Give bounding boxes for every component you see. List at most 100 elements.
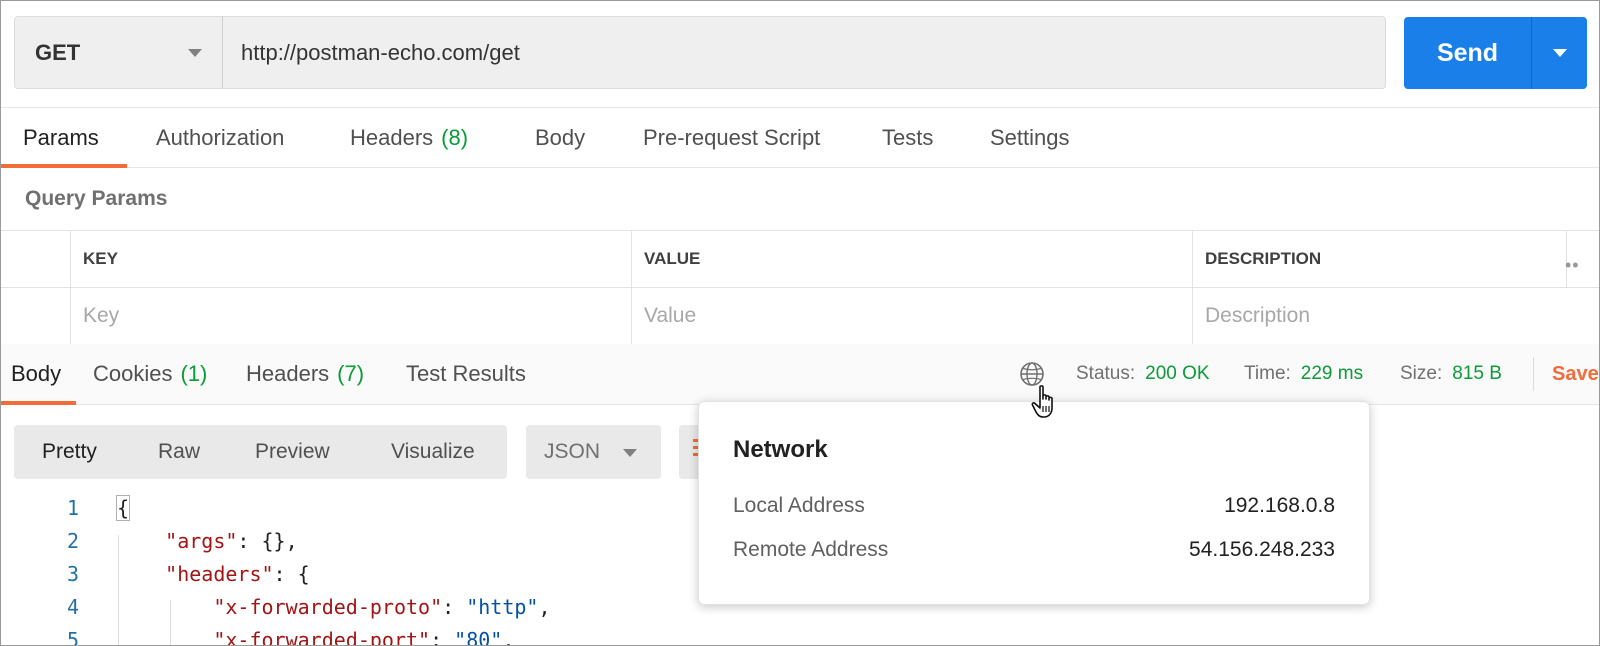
- json-key: "x-forwarded-proto": [213, 595, 443, 619]
- tab-label: Tests: [882, 125, 934, 150]
- code-line: "x-forwarded-proto": "http",: [117, 595, 551, 619]
- json-punctuation: : {: [273, 562, 310, 586]
- query-params-title: Query Params: [25, 187, 168, 210]
- json-string: "http": [466, 595, 539, 619]
- json-string: "80": [454, 628, 503, 646]
- json-punctuation: ,: [538, 595, 551, 619]
- remote-address-label: Remote Address: [733, 538, 889, 561]
- table-header-row: KEY VALUE DESCRIPTION: [1, 231, 1599, 288]
- key-input[interactable]: Key: [70, 288, 631, 344]
- save-response-button[interactable]: Save: [1552, 344, 1599, 404]
- json-punctuation: :: [430, 628, 455, 646]
- line-number: 4: [66, 595, 79, 619]
- row-checkbox-cell: [1, 288, 70, 344]
- tab-authorization[interactable]: Authorization: [156, 108, 284, 168]
- table-row: Key Value Description: [1, 288, 1599, 345]
- tab-label: Settings: [990, 125, 1070, 150]
- chevron-down-icon: [1553, 49, 1567, 57]
- value-input[interactable]: Value: [631, 288, 1192, 344]
- json-punctuation: : {},: [237, 529, 298, 553]
- code-line: "x-forwarded-port": "80",: [117, 628, 515, 646]
- tab-count: (8): [441, 125, 469, 150]
- column-header-value: VALUE: [631, 231, 1192, 287]
- json-key: "headers": [165, 562, 274, 586]
- json-punctuation: [117, 529, 165, 553]
- tab-pre-request-script[interactable]: Pre-request Script: [643, 108, 820, 168]
- code-line: "headers": {: [117, 562, 310, 586]
- json-punctuation: :: [442, 595, 467, 619]
- tab-label: Body: [535, 125, 586, 150]
- code-line: "args": {},: [117, 529, 298, 553]
- format-select[interactable]: JSON: [526, 425, 661, 479]
- tab-count: (7): [337, 361, 365, 386]
- column-header-key: KEY: [70, 231, 631, 287]
- json-punctuation: [117, 562, 165, 586]
- send-options-button[interactable]: [1531, 17, 1587, 89]
- tab-settings[interactable]: Settings: [990, 108, 1070, 168]
- tab-response-headers[interactable]: Headers (7): [246, 344, 364, 404]
- tab-label: Cookies: [93, 361, 173, 386]
- tab-label: Pre-request Script: [643, 125, 821, 150]
- status-value: 200 OK: [1145, 363, 1210, 384]
- tab-cookies[interactable]: Cookies (1): [93, 344, 207, 404]
- active-tab-indicator: [1, 164, 127, 168]
- view-preview-button[interactable]: Preview: [255, 425, 330, 479]
- status-readout: Status: 200 OK: [1076, 344, 1210, 404]
- tab-body[interactable]: Body: [535, 108, 585, 168]
- view-raw-button[interactable]: Raw: [158, 425, 200, 479]
- tab-label: Authorization: [156, 125, 285, 150]
- tab-label: Headers: [246, 361, 330, 386]
- tab-count: (1): [180, 361, 208, 386]
- tab-label: Headers: [350, 125, 434, 150]
- json-key: "x-forwarded-port": [213, 628, 431, 646]
- url-text: http://postman-echo.com/get: [241, 39, 520, 65]
- network-popover: Network Local Address 192.168.0.8 Remote…: [698, 401, 1370, 605]
- line-number: 5: [66, 628, 79, 646]
- tab-params[interactable]: Params: [23, 108, 99, 168]
- description-input[interactable]: Description: [1192, 288, 1599, 344]
- size-value: 815 B: [1452, 363, 1502, 384]
- hand-cursor-icon: [1031, 385, 1053, 418]
- view-mode-group: Pretty Raw Preview Visualize: [14, 425, 507, 479]
- tab-tests[interactable]: Tests: [882, 108, 933, 168]
- popover-title: Network: [733, 436, 828, 463]
- row-checkbox-cell: [1, 231, 70, 287]
- time-value: 229 ms: [1300, 363, 1364, 384]
- active-tab-indicator: [1, 401, 76, 405]
- send-button[interactable]: Send: [1404, 17, 1531, 89]
- code-line: {: [115, 495, 131, 521]
- tab-headers[interactable]: Headers (8): [350, 108, 468, 168]
- size-readout: Size: 815 B: [1400, 344, 1502, 404]
- chevron-down-icon: [188, 49, 202, 57]
- time-readout: Time: 229 ms: [1244, 344, 1363, 404]
- chevron-down-icon: [623, 449, 637, 457]
- more-options-icon[interactable]: ••: [1565, 255, 1580, 276]
- view-pretty-button[interactable]: Pretty: [42, 425, 97, 479]
- tab-label: Body: [11, 361, 62, 386]
- response-bar: Body Cookies (1) Headers (7) Test Result…: [1, 344, 1599, 405]
- tab-test-results[interactable]: Test Results: [406, 344, 526, 404]
- line-number: 3: [66, 562, 79, 586]
- divider: [1533, 357, 1534, 391]
- method-select[interactable]: GET: [14, 16, 223, 89]
- json-punctuation: [117, 595, 213, 619]
- json-key: "args": [165, 529, 238, 553]
- request-tabs: Params Authorization Headers (8) Body Pr…: [1, 108, 1599, 168]
- format-select-value: JSON: [544, 440, 601, 463]
- status-label: Status:: [1076, 363, 1136, 384]
- request-bar: GET http://postman-echo.com/get Send: [1, 1, 1599, 108]
- json-punctuation: ,: [502, 628, 515, 646]
- params-table: KEY VALUE DESCRIPTION Key Value Descript…: [1, 230, 1599, 345]
- json-punctuation: [117, 628, 213, 645]
- view-visualize-button[interactable]: Visualize: [391, 425, 475, 479]
- time-label: Time:: [1244, 363, 1291, 384]
- method-label: GET: [35, 39, 81, 65]
- tab-label: Test Results: [406, 361, 526, 386]
- tab-response-body[interactable]: Body: [11, 344, 61, 404]
- local-address-value: 192.168.0.8: [1224, 494, 1335, 517]
- url-input[interactable]: http://postman-echo.com/get: [222, 16, 1386, 89]
- app-frame: GET http://postman-echo.com/get Send Par…: [0, 0, 1600, 646]
- line-number: 2: [66, 529, 79, 553]
- column-header-description: DESCRIPTION: [1192, 231, 1566, 287]
- tab-label: Params: [23, 125, 99, 150]
